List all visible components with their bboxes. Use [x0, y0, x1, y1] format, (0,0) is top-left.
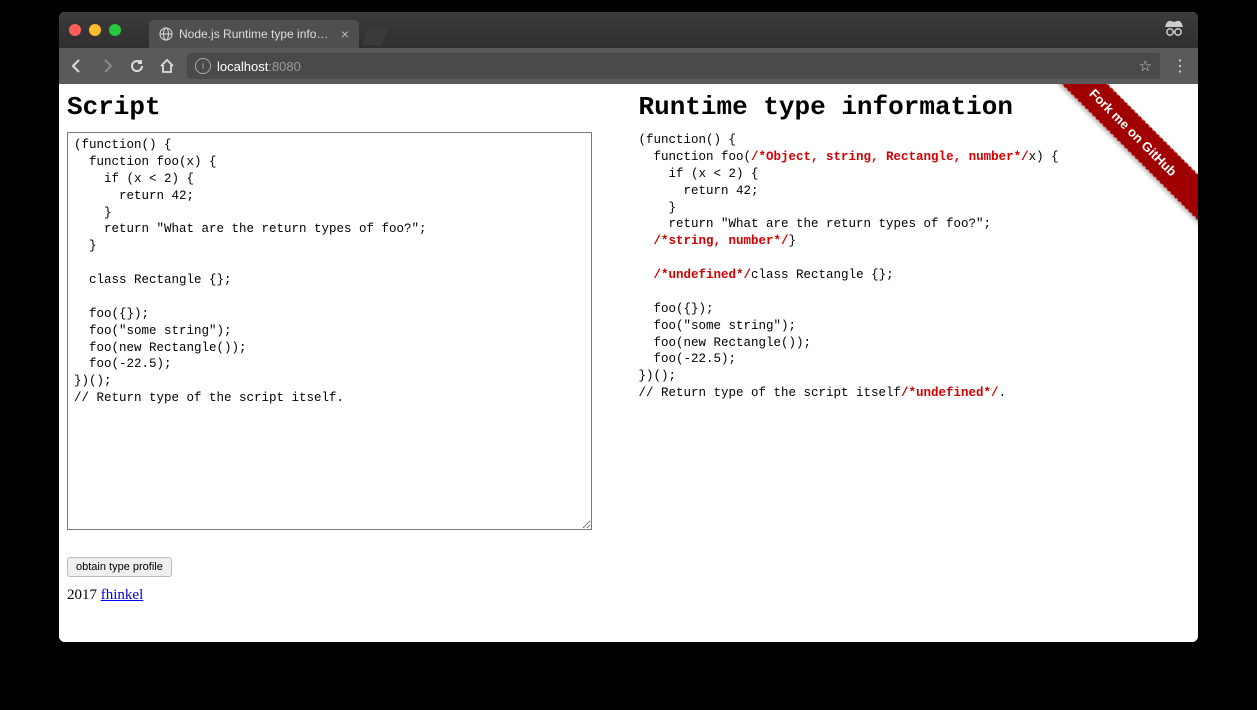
url-port: :8080 — [268, 59, 301, 74]
browser-titlebar: Node.js Runtime type informat × — [59, 12, 1198, 48]
tab-title: Node.js Runtime type informat — [179, 27, 331, 41]
script-textarea[interactable] — [67, 132, 592, 530]
browser-tab[interactable]: Node.js Runtime type informat × — [149, 20, 359, 48]
browser-menu-button[interactable]: ⋮ — [1170, 56, 1190, 76]
maximize-window-button[interactable] — [109, 24, 121, 36]
left-column: Script obtain type profile 2017 fhinkel — [67, 88, 619, 604]
minimize-window-button[interactable] — [89, 24, 101, 36]
url-host: localhost — [217, 59, 268, 74]
footer-year: 2017 — [67, 587, 101, 603]
close-window-button[interactable] — [69, 24, 81, 36]
url-text: localhost:8080 — [217, 59, 301, 74]
footer-author-link[interactable]: fhinkel — [101, 587, 144, 603]
browser-window: Node.js Runtime type informat × i — [59, 12, 1198, 642]
back-button[interactable] — [67, 56, 87, 76]
page-footer: 2017 fhinkel — [67, 587, 619, 604]
window-controls — [69, 24, 121, 36]
home-button[interactable] — [157, 56, 177, 76]
runtime-output: (function() { function foo(/*Object, str… — [639, 132, 1191, 402]
browser-toolbar: i localhost:8080 ☆ ⋮ — [59, 48, 1198, 84]
obtain-type-profile-button[interactable]: obtain type profile — [67, 557, 172, 577]
right-column: Runtime type information (function() { f… — [639, 88, 1191, 604]
reload-button[interactable] — [127, 56, 147, 76]
tab-favicon — [159, 27, 173, 41]
tab-close-icon[interactable]: × — [341, 26, 349, 42]
script-heading: Script — [67, 92, 619, 122]
forward-button[interactable] — [97, 56, 117, 76]
page-content: Fork me on GitHub Script obtain type pro… — [59, 84, 1198, 642]
address-bar[interactable]: i localhost:8080 ☆ — [187, 53, 1160, 79]
new-tab-button[interactable] — [362, 27, 389, 45]
incognito-icon — [1162, 18, 1186, 43]
bookmark-star-icon[interactable]: ☆ — [1139, 57, 1152, 75]
site-info-icon[interactable]: i — [195, 58, 211, 74]
